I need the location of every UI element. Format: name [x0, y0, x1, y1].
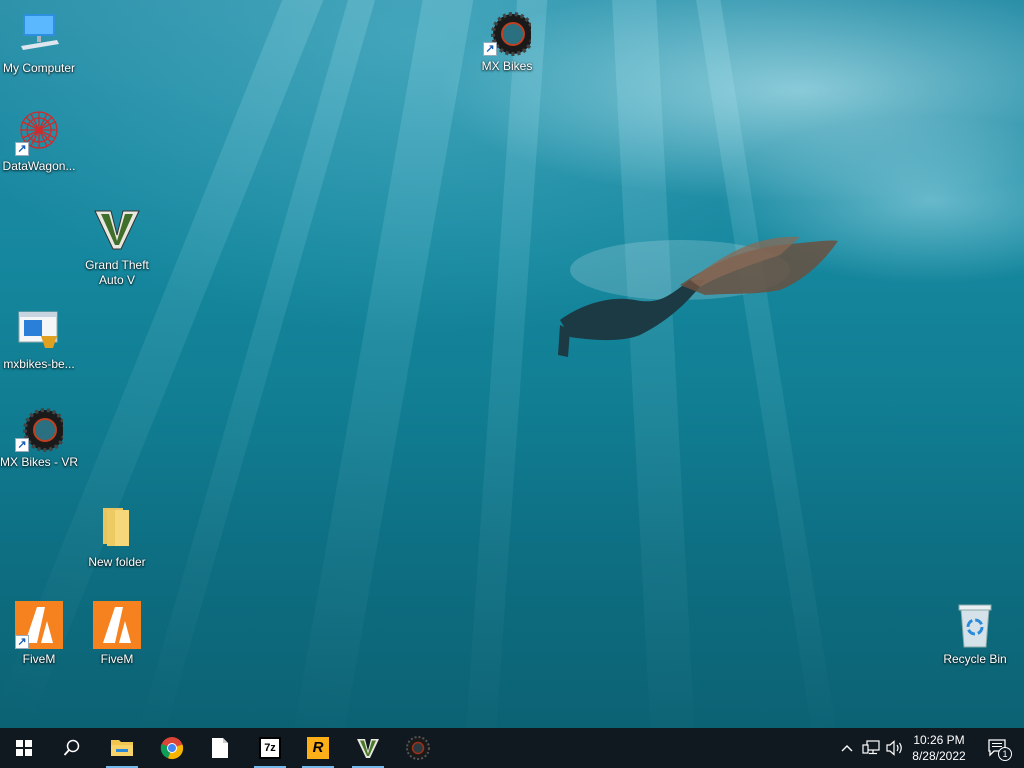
desktop-icon-mx-bikes[interactable]: ↗ MX Bikes	[468, 8, 546, 74]
shortcut-arrow-icon: ↗	[15, 438, 29, 452]
7zip-icon: 7z	[259, 737, 281, 759]
desktop-icon-label: DataWagon...	[2, 159, 76, 173]
chrome-icon	[160, 737, 184, 760]
desktop-icon-mxbikes-beta[interactable]: mxbikes-be...	[0, 306, 78, 372]
fivem-icon	[93, 601, 141, 649]
datawagon-icon: ↗	[15, 108, 63, 156]
desktop-icon-label: My Computer	[2, 61, 76, 75]
network-icon	[862, 740, 880, 755]
windows-logo-icon	[16, 740, 32, 756]
desktop[interactable]: My Computer ↗ DataWagon... Grand Theft A…	[0, 0, 1024, 728]
taskbar-file-explorer[interactable]	[98, 728, 146, 768]
desktop-icon-label: MX Bikes	[481, 59, 533, 73]
search-button[interactable]	[48, 728, 96, 768]
blank-document-icon	[212, 738, 228, 758]
desktop-icon-fivem[interactable]: FiveM	[78, 601, 156, 667]
tire-icon: ↗	[483, 8, 535, 56]
notification-count-badge: 1	[998, 747, 1012, 761]
taskbar-chrome[interactable]	[148, 728, 196, 768]
desktop-icon-fivem-shortcut[interactable]: ↗ FiveM	[0, 601, 78, 667]
shortcut-arrow-icon: ↗	[15, 635, 29, 649]
recycle-bin-icon	[951, 601, 999, 649]
desktop-icon-label: New folder	[88, 555, 146, 569]
tire-icon: ↗	[15, 404, 67, 452]
computer-icon	[15, 10, 63, 58]
action-center-button[interactable]: 1	[978, 728, 1018, 768]
desktop-icon-label: FiveM	[22, 652, 56, 666]
light-ray	[462, 0, 550, 728]
desktop-icon-new-folder[interactable]: New folder	[78, 504, 156, 570]
desktop-icon-label: MX Bikes - VR	[0, 455, 79, 469]
diver-silhouette	[558, 236, 838, 357]
desktop-icon-label: FiveM	[100, 652, 134, 666]
fivem-icon: ↗	[15, 601, 63, 649]
taskbar: 7z R 10:26 PM 8/28/2022 1	[0, 728, 1024, 768]
network-button[interactable]	[860, 728, 882, 768]
folder-icon	[93, 504, 141, 552]
speaker-icon	[886, 740, 902, 756]
gta-v-icon	[93, 207, 141, 255]
rockstar-icon: R	[307, 737, 329, 759]
taskbar-notepad[interactable]	[196, 728, 244, 768]
desktop-icon-recycle-bin[interactable]: Recycle Bin	[936, 601, 1014, 667]
desktop-icon-label: Recycle Bin	[943, 652, 1007, 666]
taskbar-mx-bikes[interactable]	[394, 728, 442, 768]
desktop-icon-mx-bikes-vr[interactable]: ↗ MX Bikes - VR	[0, 404, 78, 470]
taskbar-7zip[interactable]: 7z	[246, 728, 294, 768]
show-hidden-icons-button[interactable]	[836, 728, 858, 768]
volume-button[interactable]	[884, 728, 906, 768]
taskbar-clock[interactable]: 10:26 PM 8/28/2022	[904, 728, 974, 768]
taskbar-rockstar[interactable]: R	[294, 728, 342, 768]
installer-icon	[15, 306, 63, 354]
shortcut-arrow-icon: ↗	[483, 42, 497, 56]
search-icon	[63, 739, 80, 756]
folder-icon	[111, 740, 133, 756]
desktop-icon-gta-v[interactable]: Grand Theft Auto V	[78, 207, 156, 288]
start-button[interactable]	[0, 728, 48, 768]
clock-time: 10:26 PM	[913, 733, 965, 747]
desktop-icon-label: mxbikes-be...	[3, 357, 75, 371]
shortcut-arrow-icon: ↗	[15, 142, 29, 156]
clock-date: 8/28/2022	[912, 749, 966, 763]
tire-icon	[406, 736, 430, 760]
gta-v-icon	[357, 739, 379, 758]
taskbar-gta-v[interactable]	[344, 728, 392, 768]
desktop-icon-label: Grand Theft Auto V	[85, 258, 149, 287]
desktop-icon-my-computer[interactable]: My Computer	[0, 10, 78, 76]
desktop-icon-datawagon[interactable]: ↗ DataWagon...	[0, 108, 78, 174]
chevron-up-icon	[841, 745, 853, 752]
